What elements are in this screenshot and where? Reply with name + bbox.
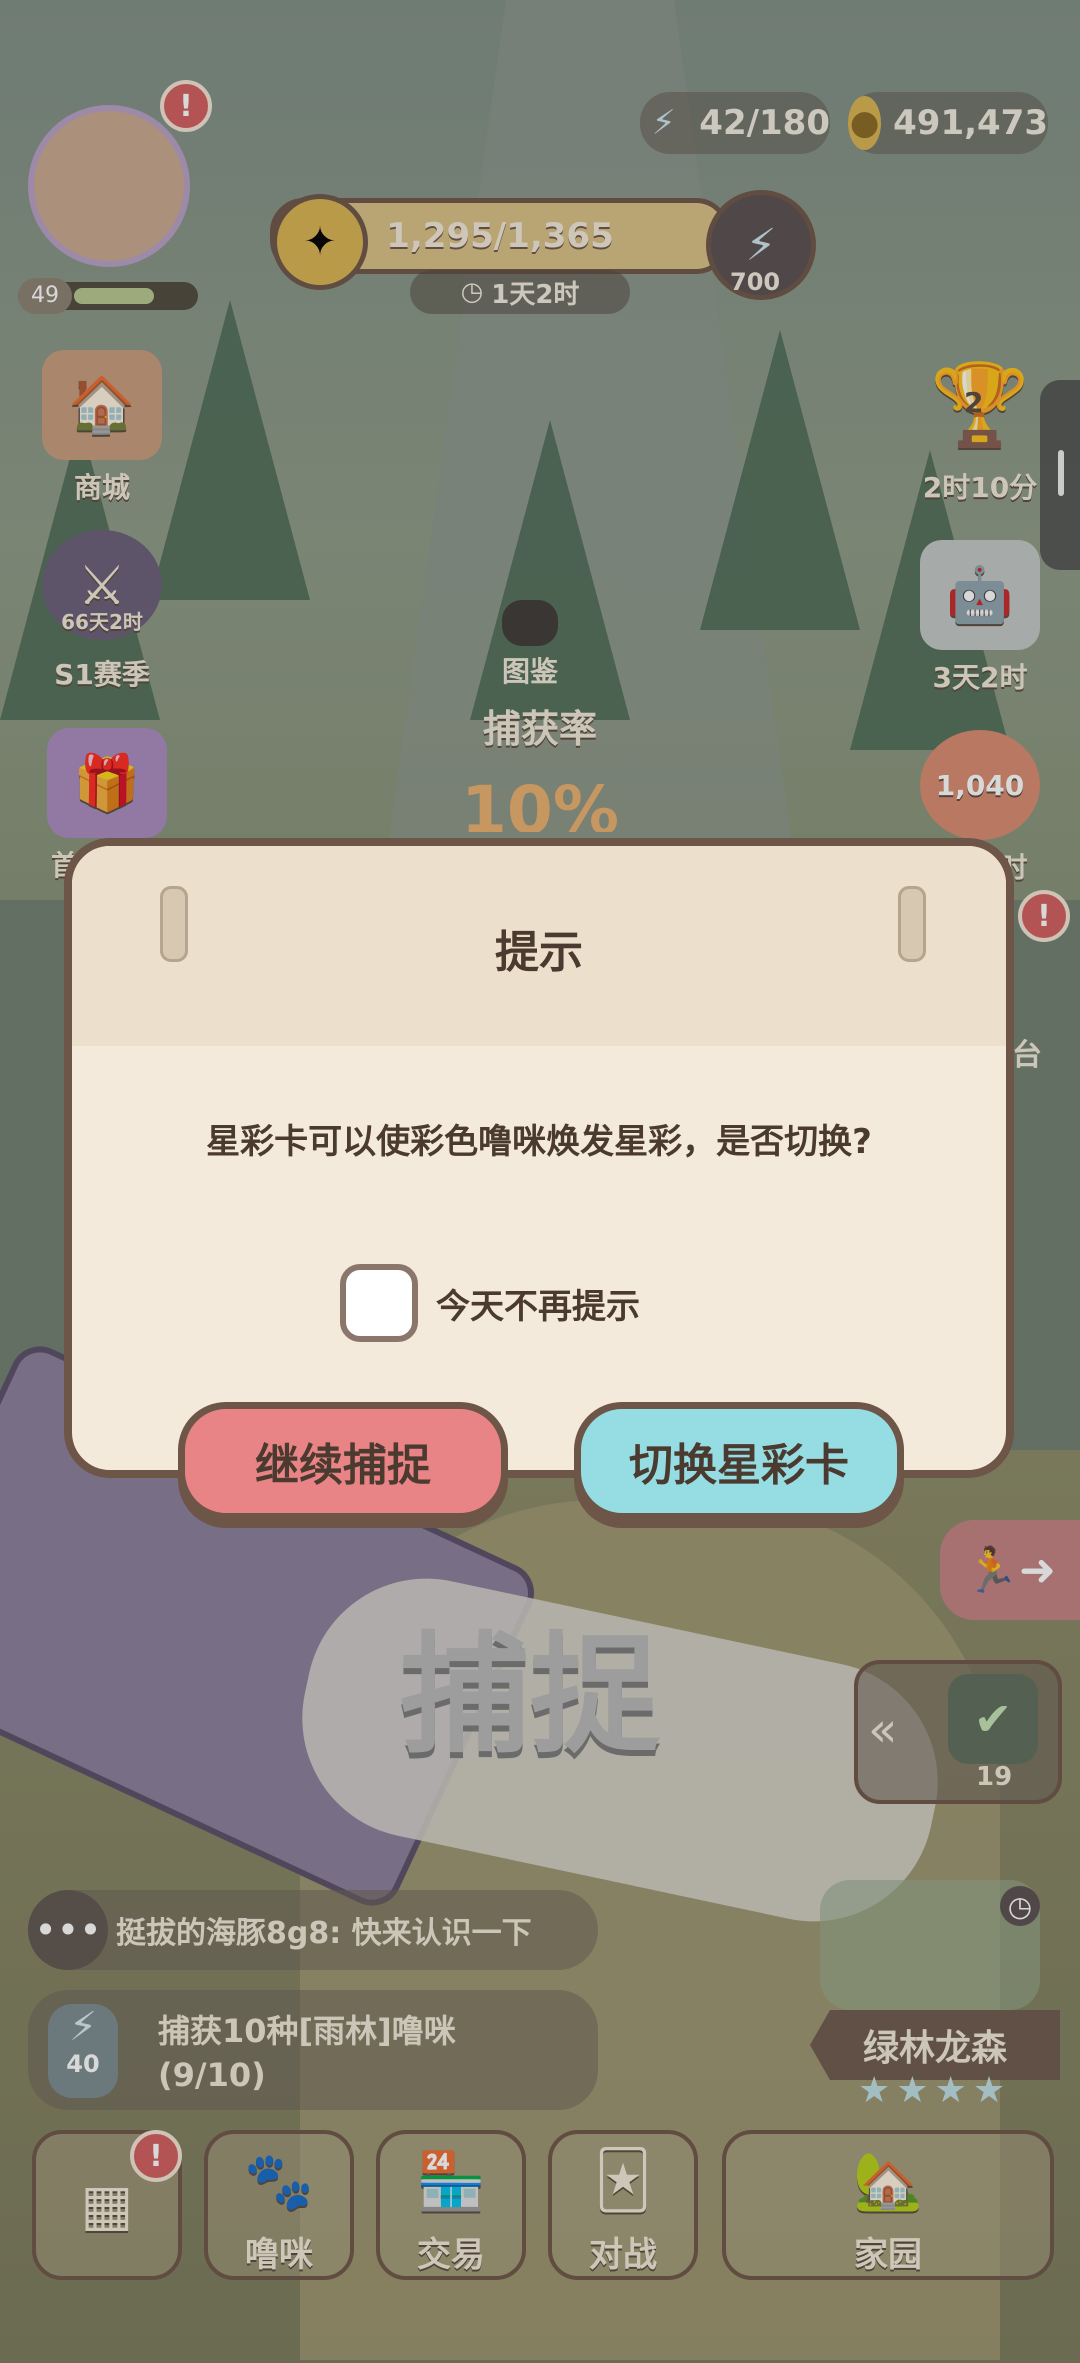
dont-remind-label: 今天不再提示 [436,1286,640,1327]
dialog-title: 提示 [495,927,583,978]
continue-capture-button[interactable]: 继续捕捉 [178,1402,508,1520]
dont-remind-option[interactable]: 今天不再提示 [340,1264,640,1342]
switch-star-card-button[interactable]: 切换星彩卡 [574,1402,904,1520]
dont-remind-checkbox[interactable] [340,1264,418,1342]
confirm-dialog: 提示 星彩卡可以使彩色噜咪焕发星彩，是否切换? 今天不再提示 [64,838,1014,1478]
dialog-message: 星彩卡可以使彩色噜咪焕发星彩，是否切换? [206,1122,872,1162]
